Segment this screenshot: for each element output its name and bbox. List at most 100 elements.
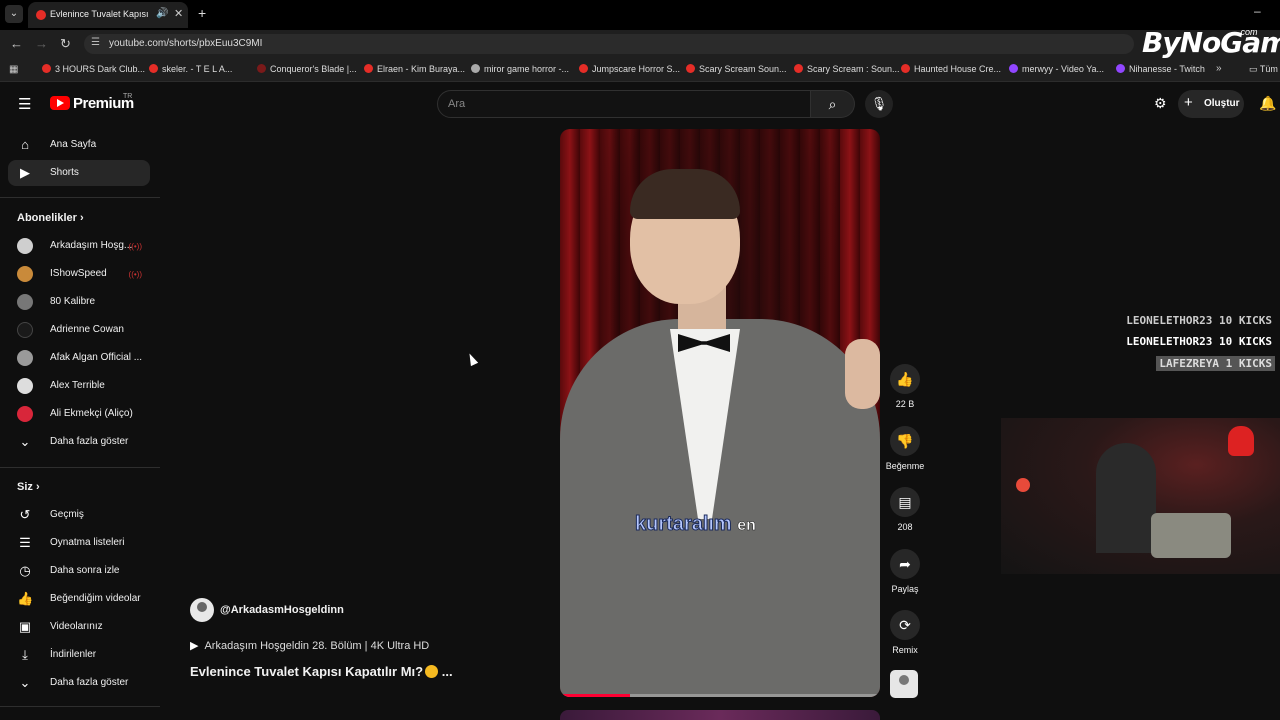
video-progress-bar[interactable] <box>560 694 880 697</box>
minimize-icon[interactable]: – <box>1254 4 1261 18</box>
bookmark-folder[interactable]: ▭ Tüm <box>1249 64 1278 75</box>
bookmark-item[interactable]: Scary Scream Soun... <box>686 64 787 74</box>
youtube-icon <box>42 64 51 73</box>
you-heading[interactable]: Siz › <box>17 481 40 493</box>
sidebar-item-history[interactable]: ↺ Geçmiş <box>8 502 150 528</box>
sidebar-item-liked-videos[interactable]: 👍 Beğendiğim videolar <box>8 586 150 612</box>
sidebar-item-label: Shorts <box>50 167 79 178</box>
short-title[interactable]: Evlenince Tuvalet Kapısı Kapatılır Mı? .… <box>190 664 453 679</box>
chevron-right-icon[interactable]: » <box>1216 63 1222 74</box>
bookmark-item[interactable]: skeler. - T E L A... <box>149 64 232 74</box>
bookmarks-bar: ▦ 3 HOURS Dark Club... skeler. - T E L A… <box>0 58 1280 82</box>
subscriptions-heading[interactable]: Abonelikler › <box>17 212 84 224</box>
sidebar-item-label: Geçmiş <box>50 509 84 520</box>
voice-search-button[interactable]: 🎙 <box>865 90 893 118</box>
sidebar-item-label: Daha fazla göster <box>50 436 129 447</box>
emoji-icon <box>425 665 439 678</box>
sidebar-item-subscription[interactable]: Alex Terrible <box>8 373 150 399</box>
new-tab-icon[interactable]: + <box>198 5 206 21</box>
sidebar-item-subscription[interactable]: Afak Algan Official ... <box>8 345 150 371</box>
apps-grid-icon[interactable]: ▦ <box>9 64 18 75</box>
bookmark-item[interactable]: Nihanesse - Twitch <box>1116 64 1205 74</box>
chevron-down-icon: ⌄ <box>19 675 31 690</box>
notifications-bell-icon[interactable]: 🔔 <box>1259 95 1276 112</box>
tab-close-icon[interactable]: ✕ <box>174 7 183 20</box>
sidebar-item-subscription[interactable]: Adrienne Cowan <box>8 317 150 343</box>
globe-icon <box>471 64 480 73</box>
gear-icon[interactable]: ⚙ <box>1154 95 1167 112</box>
streamer-silhouette <box>1096 443 1156 553</box>
sidebar-item-subscription[interactable]: Ali Ekmekçi (Aliço) <box>8 401 150 427</box>
sidebar-item-watch-later[interactable]: ◷ Daha sonra izle <box>8 558 150 584</box>
next-short-preview[interactable] <box>560 710 880 720</box>
twitch-icon <box>1116 64 1125 73</box>
remix-label: Remix <box>892 645 918 655</box>
thumbs-down-icon[interactable]: 👎 <box>890 426 920 456</box>
site-info-icon[interactable]: ☰ <box>91 37 100 48</box>
channel-name[interactable]: @ArkadasmHosgeldinn <box>220 604 344 616</box>
history-icon: ↺ <box>19 507 31 522</box>
tab-search-icon[interactable]: ⌄ <box>5 5 23 23</box>
search-icon: ⌕ <box>828 96 837 112</box>
sidebar-item-label: Adrienne Cowan <box>50 324 124 335</box>
youtube-favicon-icon <box>36 10 46 20</box>
sidebar-item-subscription[interactable]: IShowSpeed ((•)) <box>8 261 150 287</box>
youtube-logo-icon[interactable] <box>50 96 70 110</box>
linked-video[interactable]: ▶ Arkadaşım Hoşgeldin 28. Bölüm | 4K Ultr… <box>190 636 429 654</box>
show-more-you[interactable]: ⌄ Daha fazla göster <box>8 670 150 696</box>
browser-tab-active[interactable]: Evlenince Tuvalet Kapısı Ka... 🔊 ✕ <box>28 2 188 28</box>
title-more[interactable]: ... <box>442 664 453 679</box>
clock-icon: ◷ <box>19 563 31 578</box>
shorts-video-player[interactable]: kurtaralım en <box>560 129 880 697</box>
like-count: 22 B <box>895 399 915 409</box>
remix-icon[interactable]: ⟳ <box>890 610 920 640</box>
bookmark-item[interactable]: miror game horror -... <box>471 64 569 74</box>
sidebar-item-playlists[interactable]: ☰ Oynatma listeleri <box>8 530 150 556</box>
comment-icon[interactable]: ▤ <box>890 487 920 517</box>
bookmark-item[interactable]: Jumpscare Horror S... <box>579 64 680 74</box>
share-icon[interactable]: ➦ <box>890 549 920 579</box>
back-arrow-icon[interactable]: ← <box>10 36 23 51</box>
sidebar-item-shorts[interactable]: ▶ Shorts <box>8 160 150 186</box>
bookmark-item[interactable]: merwyy - Video Ya... <box>1009 64 1104 74</box>
sidebar-item-downloads[interactable]: ⤓ İndirilenler <box>8 642 150 668</box>
menu-icon[interactable]: ☰ <box>18 95 31 113</box>
sidebar-item-subscription[interactable]: 80 Kalibre <box>8 289 150 315</box>
show-more-subscriptions[interactable]: ⌄ Daha fazla göster <box>8 429 150 455</box>
url-field[interactable]: ☰ youtube.com/shorts/pbxEuu3C9MI <box>84 34 1134 54</box>
sound-source-avatar[interactable] <box>890 670 918 698</box>
thumbs-up-icon[interactable]: 👍 <box>890 364 920 394</box>
microphone-icon: 🎙 <box>870 96 888 111</box>
sidebar-item-subscription[interactable]: Arkadaşım Hoşg... ((•)) <box>8 233 150 259</box>
reload-icon[interactable]: ↻ <box>60 36 71 52</box>
search-button[interactable]: ⌕ <box>811 90 855 118</box>
sidebar-divider <box>0 706 160 707</box>
create-button[interactable]: + Oluştur <box>1178 90 1244 118</box>
game-icon <box>257 64 266 73</box>
sidebar-item-your-videos[interactable]: ▣ Videolarınız <box>8 614 150 640</box>
channel-avatar <box>17 406 33 422</box>
bookmark-item[interactable]: Haunted House Cre... <box>901 64 1001 74</box>
home-icon: ⌂ <box>21 137 29 152</box>
bookmark-item[interactable]: Conqueror's Blade |... <box>257 64 357 74</box>
speaker-icon[interactable]: 🔊 <box>156 8 168 19</box>
shorts-icon: ▶ <box>20 165 30 180</box>
sidebar-item-home[interactable]: ⌂ Ana Sayfa <box>8 132 150 158</box>
dislike-label: Beğenme <box>885 461 925 471</box>
share-label: Paylaş <box>891 584 919 594</box>
lamp-light <box>1016 478 1030 492</box>
caption-word: en <box>737 517 756 535</box>
playlist-icon: ☰ <box>19 535 31 550</box>
search-input[interactable]: Ara <box>437 90 811 118</box>
bookmark-item[interactable]: Scary Scream : Soun... <box>794 64 900 74</box>
search-placeholder: Ara <box>448 98 466 110</box>
bookmark-item[interactable]: Elraen - Kim Buraya... <box>364 64 465 74</box>
pillow <box>1151 513 1231 558</box>
comment-count: 208 <box>897 522 913 532</box>
channel-avatar[interactable] <box>190 598 214 622</box>
forward-arrow-icon[interactable]: → <box>35 36 48 51</box>
chevron-down-icon: ⌄ <box>19 434 31 449</box>
bookmark-item[interactable]: 3 HOURS Dark Club... <box>42 64 145 74</box>
watermark-suffix: .com <box>1238 27 1258 37</box>
sidebar-item-label: Ali Ekmekçi (Aliço) <box>50 408 133 419</box>
